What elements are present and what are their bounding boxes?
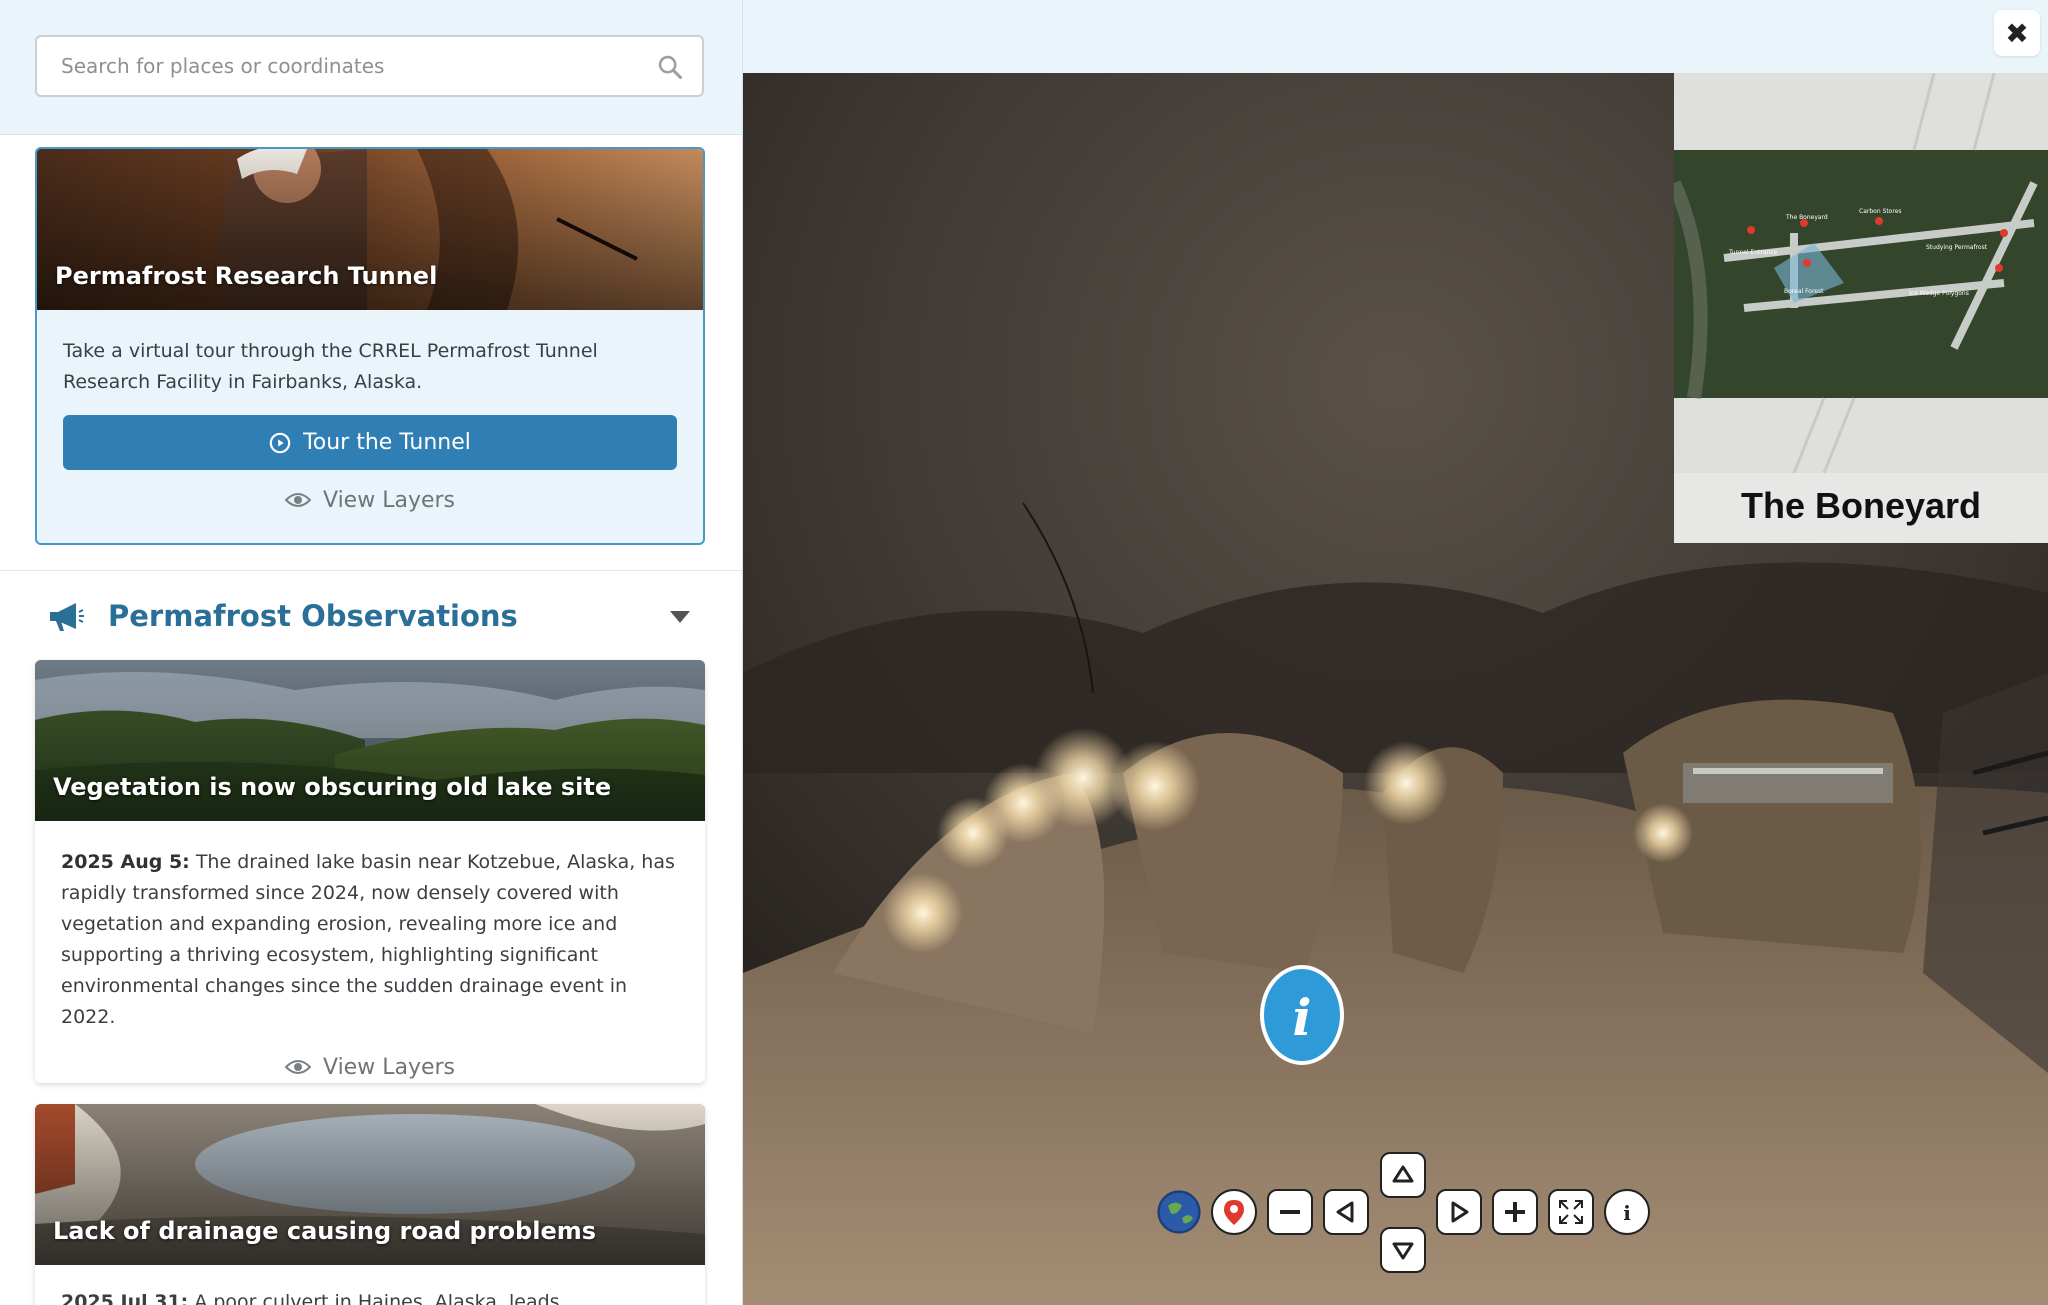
- observation-text: The drained lake basin near Kotzebue, Al…: [61, 851, 675, 1028]
- fullscreen-icon: [1559, 1200, 1583, 1224]
- caret-down-icon[interactable]: [670, 611, 690, 623]
- svg-text:i: i: [1623, 1201, 1631, 1225]
- zoom-out-icon: [1280, 1210, 1300, 1214]
- tour-button-label: Tour the Tunnel: [303, 430, 471, 455]
- pan-right-button[interactable]: [1436, 1189, 1482, 1235]
- search-box: [35, 35, 704, 97]
- play-circle-icon: [269, 432, 291, 453]
- globe-button[interactable]: [1156, 1189, 1202, 1235]
- zoom-in-icon: [1505, 1202, 1525, 1222]
- location-minimap[interactable]: The Boneyard Carbon Stores Tunnel Entran…: [1674, 73, 2048, 543]
- minimap-label: Tunnel Entrance: [1728, 249, 1778, 256]
- featured-title: Permafrost Research Tunnel: [55, 262, 438, 290]
- location-button[interactable]: [1211, 1189, 1257, 1235]
- search-bar: [0, 0, 742, 135]
- info-icon: i: [1623, 1201, 1631, 1225]
- observation-image: Vegetation is now obscuring old lake sit…: [35, 660, 705, 821]
- pan-down-button[interactable]: [1380, 1227, 1426, 1273]
- observation-title: Lack of drainage causing road problems: [53, 1217, 597, 1245]
- eye-icon: [285, 493, 311, 507]
- minimap-label: Carbon Stores: [1859, 208, 1902, 215]
- viewer-toolbar: ✖: [743, 0, 2048, 73]
- minimap-label: The Boneyard: [1785, 214, 1828, 221]
- minimap-label: Ice Wedge Polygons: [1909, 290, 1969, 297]
- map-pin-icon: [1224, 1200, 1244, 1225]
- fullscreen-button[interactable]: [1548, 1189, 1594, 1235]
- observation-text: A poor culvert in Haines, Alaska, leads: [194, 1291, 560, 1305]
- view-layers-label: View Layers: [323, 1054, 455, 1080]
- svg-text:i: i: [1293, 988, 1312, 1047]
- observation-date: 2025 Jul 31:: [61, 1291, 189, 1305]
- search-input[interactable]: [61, 49, 621, 83]
- pan-left-icon: [1336, 1201, 1354, 1223]
- featured-hero-image: Permafrost Research Tunnel: [37, 149, 703, 310]
- pan-up-button[interactable]: [1380, 1152, 1426, 1198]
- sidebar: Permafrost Research Tunnel Take a virtua…: [0, 0, 743, 1305]
- pan-down-icon: [1392, 1242, 1414, 1260]
- featured-description: Take a virtual tour through the CRREL Pe…: [63, 340, 598, 393]
- zoom-in-button[interactable]: [1492, 1189, 1538, 1235]
- eye-icon: [285, 1060, 311, 1074]
- view-layers-label: View Layers: [323, 487, 455, 513]
- observations-title: Permafrost Observations: [108, 599, 518, 633]
- observations-header[interactable]: Permafrost Observations: [0, 570, 742, 663]
- globe-icon: [1157, 1190, 1201, 1234]
- observation-card[interactable]: Vegetation is now obscuring old lake sit…: [35, 660, 705, 1083]
- observation-image: Lack of drainage causing road problems: [35, 1104, 705, 1265]
- observation-description: 2025 Jul 31: A poor culvert in Haines, A…: [35, 1265, 705, 1305]
- observation-title: Vegetation is now obscuring old lake sit…: [53, 773, 612, 801]
- aerial-map-image: The Boneyard Carbon Stores Tunnel Entran…: [1674, 73, 2048, 473]
- observation-date: 2025 Aug 5:: [61, 851, 190, 873]
- minimap-label: Boreal Forest: [1784, 288, 1824, 295]
- megaphone-icon: [50, 603, 84, 631]
- minimap-label: Studying Permafrost: [1926, 244, 1988, 251]
- search-icon[interactable]: [656, 53, 684, 81]
- pan-up-icon: [1392, 1165, 1414, 1183]
- zoom-out-button[interactable]: [1267, 1189, 1313, 1235]
- observation-description: 2025 Aug 5: The drained lake basin near …: [35, 821, 705, 1033]
- info-button[interactable]: i: [1604, 1189, 1650, 1235]
- close-button[interactable]: ✖: [1994, 10, 2040, 56]
- pan-left-button[interactable]: [1323, 1189, 1369, 1235]
- minimap-title: The Boneyard: [1740, 485, 1982, 526]
- info-hotspot-icon[interactable]: i: [1260, 965, 1344, 1065]
- observation-card[interactable]: Lack of drainage causing road problems 2…: [35, 1104, 705, 1305]
- view-layers-link[interactable]: View Layers: [35, 1051, 705, 1083]
- pan-right-icon: [1451, 1201, 1469, 1223]
- featured-card: Permafrost Research Tunnel Take a virtua…: [35, 147, 705, 545]
- tour-button[interactable]: Tour the Tunnel: [63, 415, 677, 470]
- view-layers-link[interactable]: View Layers: [37, 484, 703, 516]
